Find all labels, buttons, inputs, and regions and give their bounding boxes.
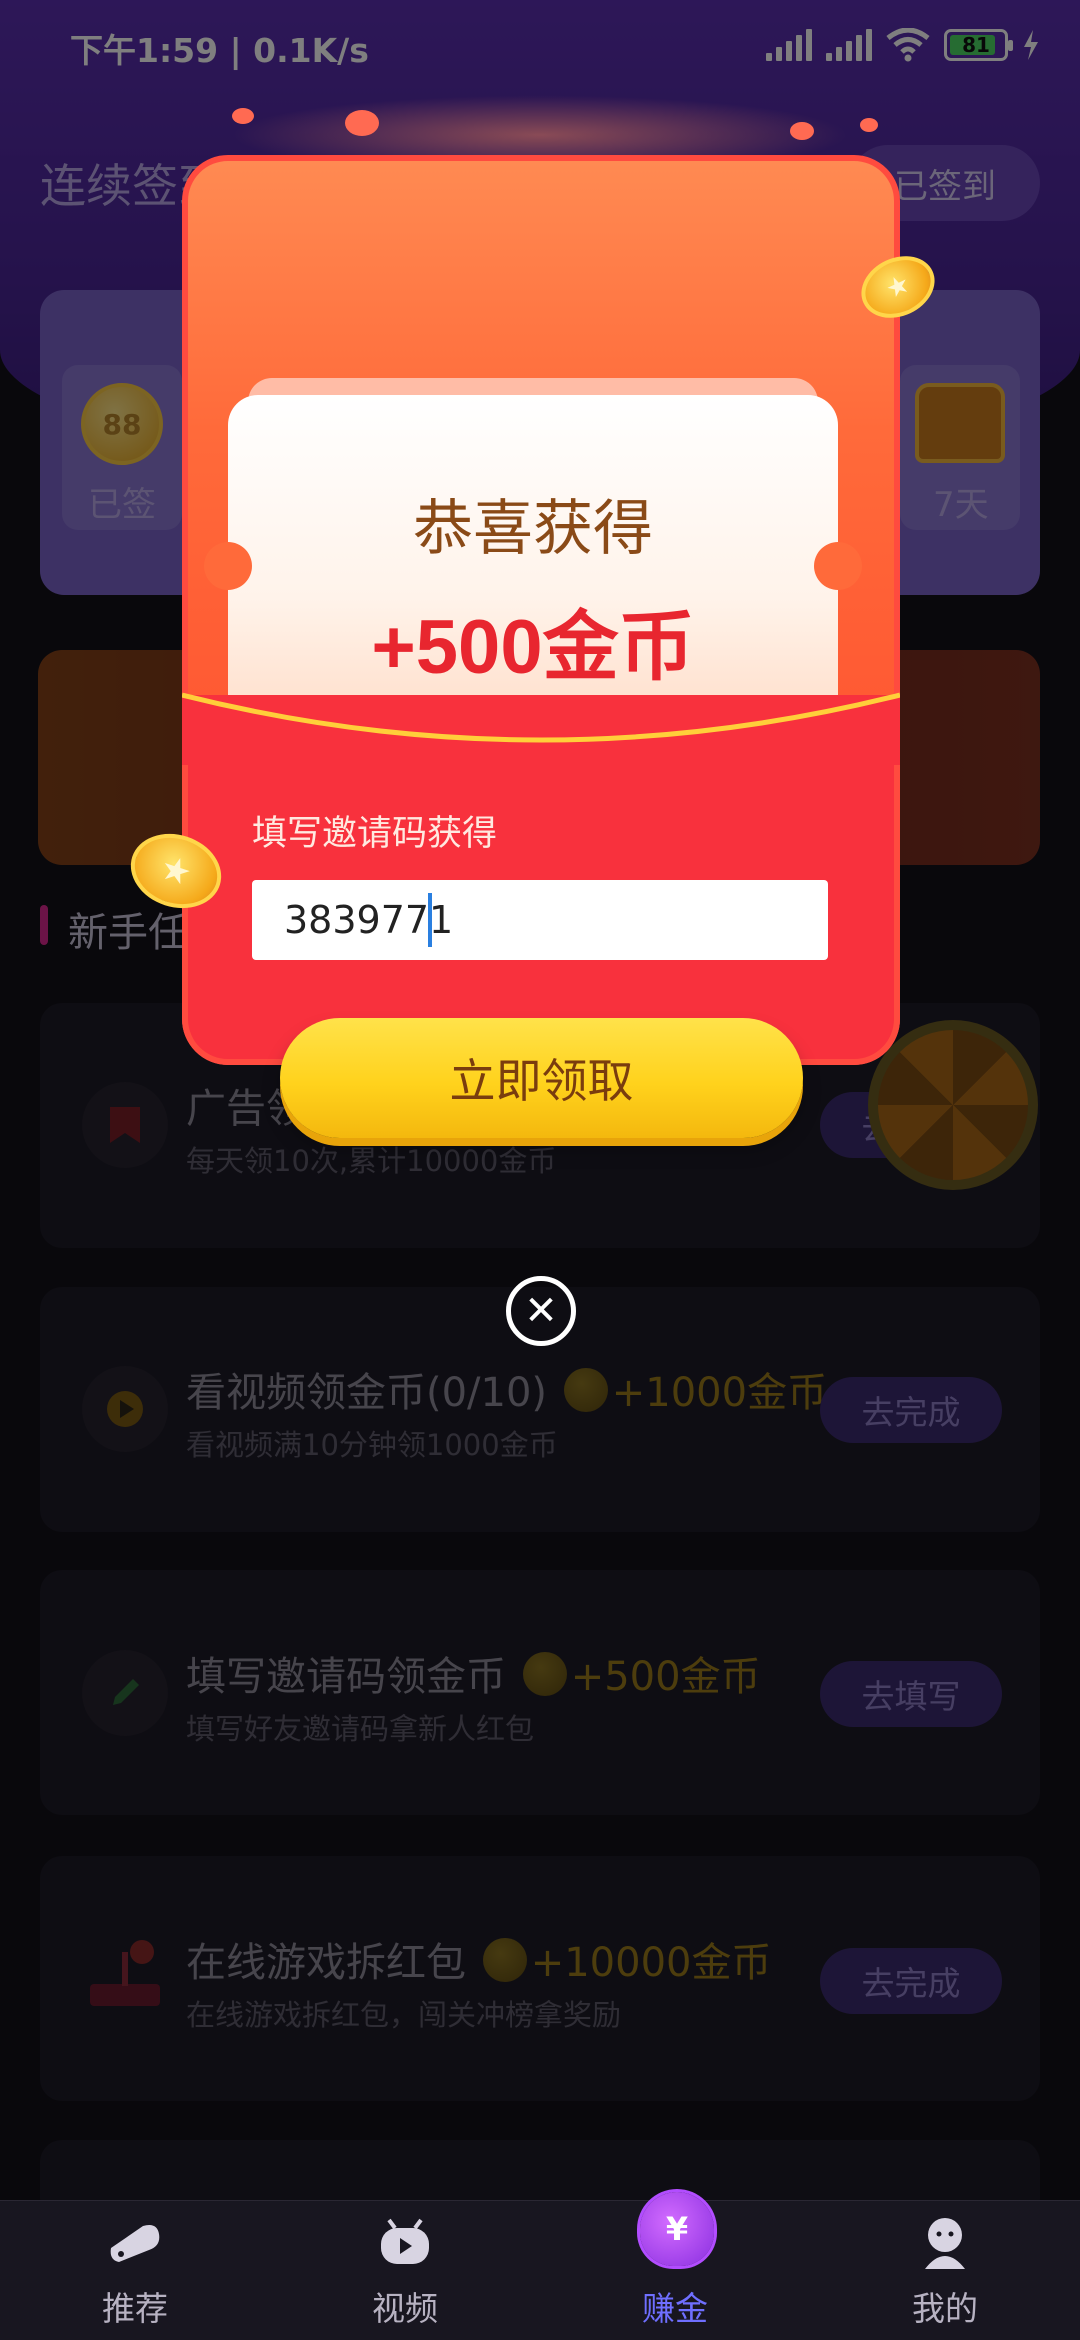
close-icon[interactable]: ✕: [506, 1276, 576, 1346]
invite-code-input[interactable]: [252, 880, 828, 960]
envelope-flap-curve: [182, 692, 900, 765]
nav-item-recommend[interactable]: 推荐: [0, 2210, 270, 2340]
confetti-decoration: [790, 122, 814, 140]
nav-label: 赚金: [642, 2289, 708, 2328]
nav-label: 我的: [912, 2289, 978, 2328]
confetti-decoration: [860, 118, 878, 132]
video-icon: [375, 2216, 435, 2268]
congrats-text: 恭喜获得: [413, 494, 653, 564]
claim-now-button[interactable]: 立即领取: [280, 1018, 803, 1138]
nav-label: 推荐: [102, 2289, 168, 2328]
confetti-decoration: [345, 110, 379, 136]
nav-item-profile[interactable]: 我的: [810, 2210, 1080, 2340]
profile-icon: [915, 2216, 975, 2269]
text-cursor: [428, 893, 432, 947]
invite-code-label: 填写邀请码获得: [252, 814, 498, 854]
money-bag-icon: ¥: [640, 2192, 714, 2266]
nav-label: 视频: [372, 2289, 438, 2328]
confetti-decoration: [232, 108, 254, 124]
nav-item-video[interactable]: 视频: [270, 2210, 540, 2340]
recommend-icon: [105, 2216, 165, 2268]
